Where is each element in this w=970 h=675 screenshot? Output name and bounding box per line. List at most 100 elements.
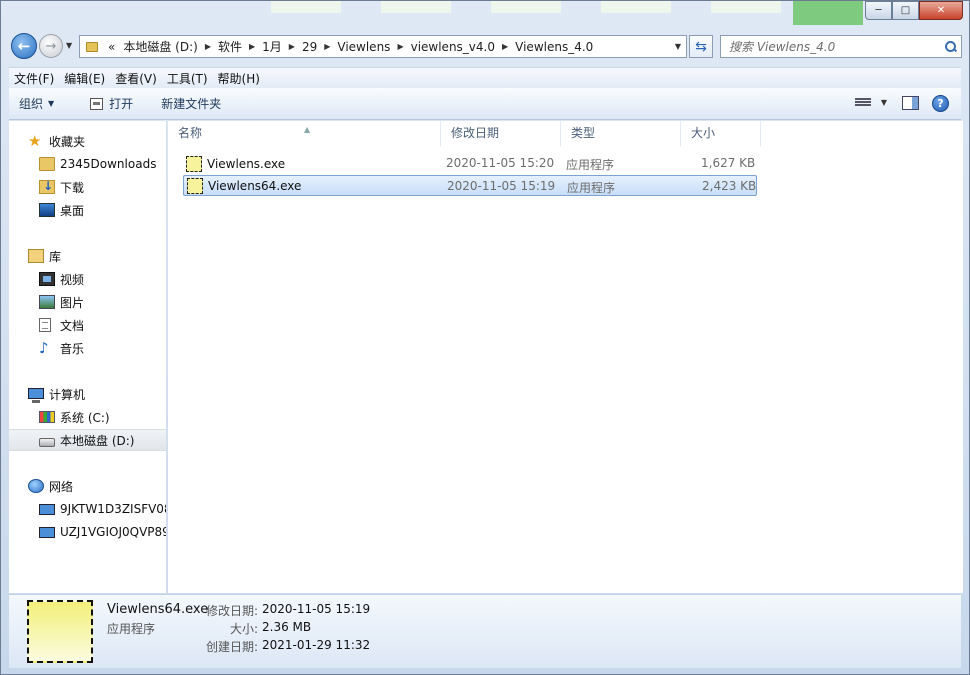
sidebar-item-system-c[interactable]: 系统 (C:) xyxy=(39,406,166,428)
sidebar-group-label: 库 xyxy=(49,249,62,264)
file-type: 应用程序 xyxy=(567,181,616,195)
file-modified: 2020-11-05 15:20 xyxy=(446,156,555,170)
chevron-right-icon[interactable]: ▶ xyxy=(202,42,214,51)
download-folder-icon xyxy=(39,179,55,194)
sidebar-group-favorites[interactable]: ★ 收藏夹 xyxy=(28,130,166,152)
system-drive-icon xyxy=(39,411,55,423)
file-row[interactable]: Viewlens.exe 2020-11-05 15:20 应用程序 1,627… xyxy=(183,153,757,174)
menu-bar: 文件(F) 编辑(E) 查看(V) 工具(T) 帮助(H) xyxy=(9,67,961,88)
breadcrumb-item[interactable]: 本地磁盘 (D:) xyxy=(119,38,201,55)
history-dropdown-icon[interactable]: ▼ xyxy=(66,41,72,50)
file-row-selected[interactable]: Viewlens64.exe 2020-11-05 15:19 应用程序 2,4… xyxy=(183,175,757,196)
column-header-name[interactable]: ▲ 名称 xyxy=(168,121,441,146)
sidebar-group-label: 计算机 xyxy=(49,387,86,402)
close-button[interactable]: ✕ xyxy=(919,1,963,20)
search-icon[interactable] xyxy=(945,40,957,53)
executable-icon xyxy=(187,177,203,194)
background-strip xyxy=(711,1,781,13)
sidebar-group-label: 网络 xyxy=(49,479,74,494)
file-list: ▲ 名称 修改日期 类型 大小 Viewlens.exe 2020-11-05 … xyxy=(168,121,963,593)
minimize-button[interactable]: ─ xyxy=(865,1,892,20)
background-strip xyxy=(793,1,863,25)
sidebar-item-label: 音乐 xyxy=(60,341,85,356)
sidebar-item-label: 本地磁盘 (D:) xyxy=(60,433,135,448)
network-icon xyxy=(28,479,44,493)
sidebar-group-computer[interactable]: 计算机 xyxy=(28,383,166,405)
sidebar-item-music[interactable]: ♪ 音乐 xyxy=(39,337,166,359)
chevron-right-icon[interactable]: ▶ xyxy=(286,42,298,51)
column-header-type[interactable]: 类型 xyxy=(561,121,681,146)
forward-button[interactable]: → xyxy=(39,34,63,58)
sidebar-group-libraries[interactable]: 库 xyxy=(28,245,166,267)
chevron-right-icon[interactable]: ▶ xyxy=(246,42,258,51)
music-icon: ♪ xyxy=(39,339,49,357)
breadcrumb-item[interactable]: Viewlens xyxy=(333,40,394,54)
address-dropdown-icon[interactable]: ▼ xyxy=(670,42,686,51)
column-header-size[interactable]: 大小 xyxy=(681,121,761,146)
sidebar-group-network[interactable]: 网络 xyxy=(28,475,166,497)
menu-file[interactable]: 文件(F) xyxy=(9,70,59,87)
chevron-down-icon[interactable]: ▼ xyxy=(881,98,887,107)
sidebar-item-label: 系统 (C:) xyxy=(60,410,110,425)
document-icon xyxy=(39,318,51,332)
details-file-name: Viewlens64.exe xyxy=(107,602,209,617)
refresh-button[interactable]: ⇆ xyxy=(689,35,713,58)
preview-pane-icon[interactable] xyxy=(902,96,919,110)
executable-icon xyxy=(186,155,202,172)
background-strip xyxy=(601,1,671,13)
search-placeholder[interactable]: 搜索 Viewlens_4.0 xyxy=(729,38,835,55)
file-name: Viewlens.exe xyxy=(207,156,286,171)
help-icon[interactable]: ? xyxy=(932,95,949,112)
navigation-bar: ← → ▼ « 本地磁盘 (D:) ▶ 软件 ▶ 1月 ▶ 29 ▶ Viewl… xyxy=(9,31,962,61)
details-file-type: 应用程序 xyxy=(107,622,156,636)
sidebar-item-videos[interactable]: 视频 xyxy=(39,268,166,290)
folder-icon xyxy=(39,157,55,171)
breadcrumb-overflow[interactable]: « xyxy=(104,40,119,54)
sidebar-item-label: 图片 xyxy=(60,295,85,310)
sidebar-item-network-host[interactable]: 9JKTW1D3ZISFV08 xyxy=(39,498,166,520)
star-icon: ★ xyxy=(28,132,42,150)
sidebar-item-downloads[interactable]: 下载 xyxy=(39,176,166,198)
sidebar-item-label: 9JKTW1D3ZISFV08 xyxy=(60,502,167,516)
new-folder-button[interactable]: 新建文件夹 xyxy=(151,95,231,112)
sidebar-item-label: 文档 xyxy=(60,318,85,333)
sidebar-item-label: UZJ1VGIOJ0QVP89 xyxy=(60,525,167,539)
details-size-value: 2.36 MB xyxy=(262,620,312,634)
breadcrumb-item[interactable]: Viewlens_4.0 xyxy=(511,40,597,54)
menu-help[interactable]: 帮助(H) xyxy=(213,70,265,87)
chevron-right-icon[interactable]: ▶ xyxy=(394,42,406,51)
view-options-icon[interactable] xyxy=(855,97,871,110)
breadcrumb-item[interactable]: 1月 xyxy=(258,38,286,55)
sidebar-item-2345downloads[interactable]: 2345Downloads xyxy=(39,153,166,175)
file-modified: 2020-11-05 15:19 xyxy=(447,179,556,193)
menu-tools[interactable]: 工具(T) xyxy=(162,70,213,87)
file-size: 1,627 KB xyxy=(701,156,756,170)
menu-edit[interactable]: 编辑(E) xyxy=(59,70,110,87)
breadcrumb-item[interactable]: viewlens_v4.0 xyxy=(407,40,499,54)
chevron-right-icon[interactable]: ▶ xyxy=(321,42,333,51)
caption-buttons: ─ □ ✕ xyxy=(865,1,963,20)
new-folder-label: 新建文件夹 xyxy=(161,97,222,111)
open-button[interactable]: 打开 xyxy=(80,95,143,112)
library-icon xyxy=(28,249,44,263)
sidebar-item-documents[interactable]: 文档 xyxy=(39,314,166,336)
breadcrumb-item[interactable]: 29 xyxy=(298,40,321,54)
search-box[interactable]: 搜索 Viewlens_4.0 xyxy=(720,35,962,58)
address-bar[interactable]: « 本地磁盘 (D:) ▶ 软件 ▶ 1月 ▶ 29 ▶ Viewlens ▶ … xyxy=(79,35,687,58)
details-created-label: 创建日期: xyxy=(205,640,258,654)
back-button[interactable]: ← xyxy=(11,33,37,59)
sidebar-item-network-host[interactable]: UZJ1VGIOJ0QVP89 xyxy=(39,521,166,543)
details-created-value: 2021-01-29 11:32 xyxy=(262,638,371,652)
details-modified-label: 修改日期: xyxy=(205,604,258,618)
column-header-modified[interactable]: 修改日期 xyxy=(441,121,561,146)
breadcrumb-item[interactable]: 软件 xyxy=(214,38,246,55)
menu-view[interactable]: 查看(V) xyxy=(110,70,162,87)
sidebar-item-pictures[interactable]: 图片 xyxy=(39,291,166,313)
organize-button[interactable]: 组织 ▼ xyxy=(9,95,64,112)
sidebar-item-desktop[interactable]: 桌面 xyxy=(39,199,166,221)
drive-icon xyxy=(39,437,55,447)
maximize-button[interactable]: □ xyxy=(892,1,919,20)
sidebar-item-local-disk-d[interactable]: 本地磁盘 (D:) xyxy=(9,429,166,451)
chevron-right-icon[interactable]: ▶ xyxy=(499,42,511,51)
file-size: 2,423 KB xyxy=(702,179,757,193)
